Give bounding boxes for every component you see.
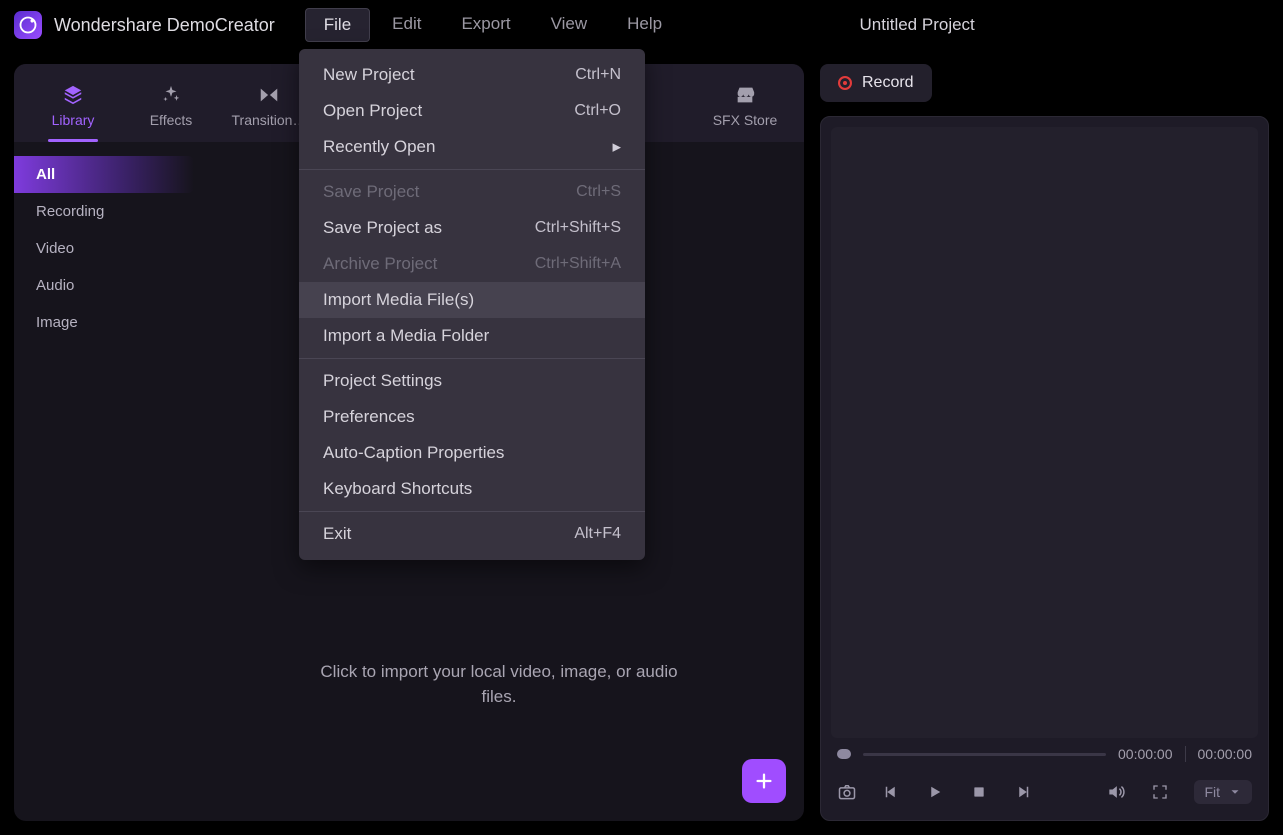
menu-item-import-a-media-folder[interactable]: Import a Media Folder bbox=[299, 318, 645, 354]
record-button[interactable]: Record bbox=[820, 64, 932, 102]
menu-item-label: New Project bbox=[323, 65, 575, 85]
menu-item-preferences[interactable]: Preferences bbox=[299, 399, 645, 435]
play-icon bbox=[926, 783, 944, 801]
chevron-right-icon: ▸ bbox=[612, 137, 621, 157]
sidebar-item-video[interactable]: Video bbox=[14, 230, 194, 267]
library-sidebar: All Recording Video Audio Image bbox=[14, 142, 194, 821]
menu-item-import-media-file-s[interactable]: Import Media File(s) bbox=[299, 282, 645, 318]
drop-hint: Click to import your local video, image,… bbox=[319, 660, 679, 709]
fullscreen-icon bbox=[1151, 783, 1169, 801]
player-controls: Fit bbox=[821, 770, 1268, 820]
tab-library[interactable]: Library bbox=[24, 74, 122, 142]
play-button[interactable] bbox=[925, 782, 945, 802]
app-logo bbox=[14, 11, 42, 39]
menu-item-label: Archive Project bbox=[323, 254, 535, 274]
menu-item-label: Import Media File(s) bbox=[323, 290, 621, 310]
menu-item-keyboard-shortcuts[interactable]: Keyboard Shortcuts bbox=[299, 471, 645, 507]
menu-item-label: Open Project bbox=[323, 101, 574, 121]
menu-separator bbox=[299, 358, 645, 359]
step-back-icon bbox=[882, 783, 900, 801]
menu-item-label: Exit bbox=[323, 524, 574, 544]
menu-shortcut: Ctrl+O bbox=[574, 102, 621, 120]
menu-file[interactable]: File bbox=[305, 8, 370, 42]
transition-icon bbox=[258, 84, 280, 106]
menu-item-archive-project: Archive ProjectCtrl+Shift+A bbox=[299, 246, 645, 282]
menu-shortcut: Alt+F4 bbox=[574, 525, 621, 543]
time-divider bbox=[1185, 746, 1186, 762]
preview-canvas bbox=[831, 127, 1258, 738]
menu-item-label: Save Project as bbox=[323, 218, 535, 238]
volume-icon bbox=[1106, 782, 1126, 802]
menu-item-label: Recently Open bbox=[323, 137, 612, 157]
tab-label: Transition… bbox=[232, 112, 307, 128]
preview-window: 00:00:00 00:00:00 bbox=[820, 116, 1269, 821]
stop-button[interactable] bbox=[969, 782, 989, 802]
menu-shortcut: Ctrl+S bbox=[576, 183, 621, 201]
menu-item-open-project[interactable]: Open ProjectCtrl+O bbox=[299, 93, 645, 129]
menu-item-auto-caption-properties[interactable]: Auto-Caption Properties bbox=[299, 435, 645, 471]
tab-label: Effects bbox=[150, 112, 193, 128]
menu-help[interactable]: Help bbox=[609, 8, 680, 42]
logo-icon bbox=[18, 15, 38, 35]
sidebar-item-audio[interactable]: Audio bbox=[14, 267, 194, 304]
app-title: Wondershare DemoCreator bbox=[54, 15, 275, 36]
sidebar-item-recording[interactable]: Recording bbox=[14, 193, 194, 230]
chevron-down-icon bbox=[1228, 785, 1242, 799]
zoom-fit-dropdown[interactable]: Fit bbox=[1194, 780, 1252, 804]
add-media-button[interactable] bbox=[742, 759, 786, 803]
menu-shortcut: Ctrl+Shift+S bbox=[535, 219, 621, 237]
store-icon bbox=[734, 84, 756, 106]
tab-label: SFX Store bbox=[713, 112, 778, 128]
menu-shortcut: Ctrl+Shift+A bbox=[535, 255, 621, 273]
preview-panel: Record 00:00:00 00:00:00 bbox=[820, 64, 1269, 821]
tab-effects[interactable]: Effects bbox=[122, 74, 220, 142]
menu-item-new-project[interactable]: New ProjectCtrl+N bbox=[299, 57, 645, 93]
stop-icon bbox=[971, 784, 987, 800]
sidebar-item-all[interactable]: All bbox=[14, 156, 194, 193]
menu-item-save-project: Save ProjectCtrl+S bbox=[299, 174, 645, 210]
sidebar-item-image[interactable]: Image bbox=[14, 304, 194, 341]
time-scrubber[interactable]: 00:00:00 00:00:00 bbox=[821, 738, 1268, 770]
title-bar: Wondershare DemoCreator File Edit Export… bbox=[0, 0, 1283, 50]
menu-edit[interactable]: Edit bbox=[374, 8, 439, 42]
tab-label: Library bbox=[52, 112, 95, 128]
menu-item-project-settings[interactable]: Project Settings bbox=[299, 363, 645, 399]
effects-icon bbox=[160, 84, 182, 106]
menu-bar: File Edit Export View Help bbox=[305, 8, 680, 42]
menu-item-recently-open[interactable]: Recently Open▸ bbox=[299, 129, 645, 165]
fit-label: Fit bbox=[1204, 784, 1220, 800]
menu-item-label: Preferences bbox=[323, 407, 621, 427]
record-label: Record bbox=[862, 74, 914, 92]
prev-frame-button[interactable] bbox=[881, 782, 901, 802]
menu-separator bbox=[299, 169, 645, 170]
volume-button[interactable] bbox=[1106, 782, 1126, 802]
time-total: 00:00:00 bbox=[1198, 746, 1253, 762]
project-title: Untitled Project bbox=[860, 15, 975, 35]
record-icon bbox=[838, 76, 852, 90]
menu-item-label: Auto-Caption Properties bbox=[323, 443, 621, 463]
time-current: 00:00:00 bbox=[1118, 746, 1173, 762]
scrub-track[interactable] bbox=[863, 753, 1106, 756]
menu-item-save-project-as[interactable]: Save Project asCtrl+Shift+S bbox=[299, 210, 645, 246]
snapshot-button[interactable] bbox=[837, 782, 857, 802]
menu-item-exit[interactable]: ExitAlt+F4 bbox=[299, 516, 645, 552]
menu-item-label: Import a Media Folder bbox=[323, 326, 621, 346]
menu-view[interactable]: View bbox=[533, 8, 606, 42]
menu-shortcut: Ctrl+N bbox=[575, 66, 621, 84]
menu-item-label: Project Settings bbox=[323, 371, 621, 391]
menu-export[interactable]: Export bbox=[443, 8, 528, 42]
plus-icon bbox=[753, 770, 775, 792]
file-menu-dropdown: New ProjectCtrl+NOpen ProjectCtrl+ORecen… bbox=[299, 49, 645, 560]
scrub-thumb[interactable] bbox=[837, 749, 851, 759]
step-forward-icon bbox=[1014, 783, 1032, 801]
menu-separator bbox=[299, 511, 645, 512]
menu-item-label: Keyboard Shortcuts bbox=[323, 479, 621, 499]
next-frame-button[interactable] bbox=[1013, 782, 1033, 802]
fullscreen-button[interactable] bbox=[1150, 782, 1170, 802]
library-icon bbox=[62, 84, 84, 106]
camera-icon bbox=[837, 782, 857, 802]
tab-sfx-store[interactable]: SFX Store bbox=[696, 74, 794, 142]
menu-item-label: Save Project bbox=[323, 182, 576, 202]
